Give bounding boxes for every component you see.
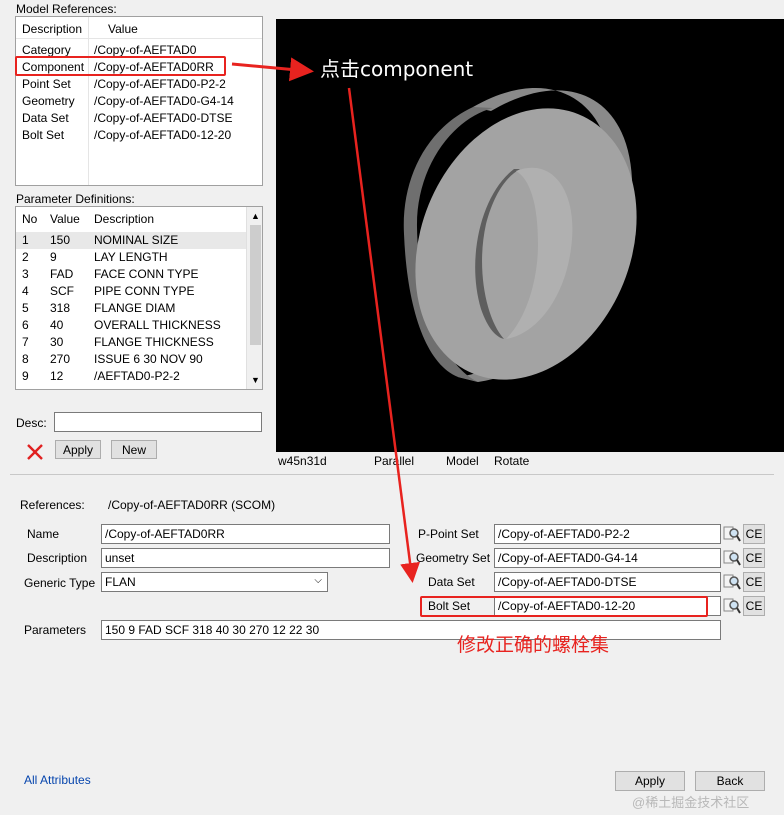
annotation-arrows — [231, 57, 421, 583]
arrow-to-bolt-set — [347, 87, 421, 583]
click-component-note: 点击component — [320, 57, 474, 81]
fix-bolt-set-note: 修改正确的螺栓集 — [457, 634, 610, 656]
arrow-to-component-note — [231, 57, 314, 82]
